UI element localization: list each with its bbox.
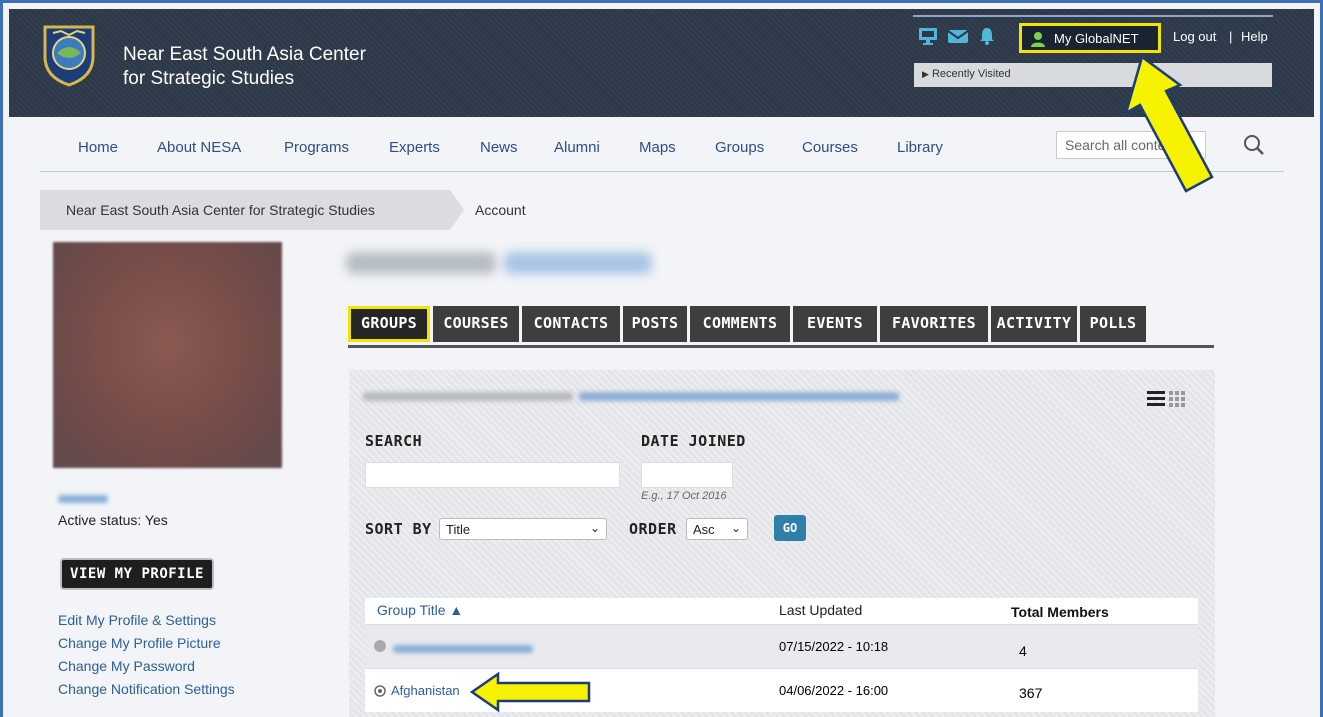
nav-news[interactable]: News: [480, 139, 518, 156]
last-updated-cell: 07/15/2022 - 10:18: [779, 639, 889, 654]
nav-maps[interactable]: Maps: [639, 139, 676, 156]
column-total-members[interactable]: Total Members: [1011, 604, 1109, 620]
last-updated-cell: 04/06/2022 - 16:00: [779, 683, 889, 698]
tab-comments[interactable]: COMMENTS: [690, 306, 790, 342]
change-password-link[interactable]: Change My Password: [58, 658, 195, 674]
annotation-arrow-globalnet: [1123, 55, 1214, 193]
date-joined-label: DATE JOINED: [641, 432, 746, 450]
grid-view-icon: [1169, 391, 1185, 407]
tab-activity[interactable]: ACTIVITY: [991, 306, 1077, 342]
profile-name-blurred: [346, 252, 652, 274]
manage-groups-note-blurred: [363, 392, 903, 402]
change-picture-link[interactable]: Change My Profile Picture: [58, 635, 221, 651]
site-name-line1: Near East South Asia Center: [123, 44, 366, 65]
site-name[interactable]: Near East South Asia Center for Strategi…: [123, 43, 366, 91]
sort-by-select[interactable]: Title ⌄: [439, 518, 607, 540]
username-link-blurred[interactable]: [58, 495, 108, 503]
change-notifications-link[interactable]: Change Notification Settings: [58, 681, 235, 697]
chevron-down-icon: ⌄: [589, 521, 600, 535]
edit-profile-link[interactable]: Edit My Profile & Settings: [58, 612, 216, 628]
date-hint: E.g., 17 Oct 2016: [641, 490, 727, 502]
mail-icon[interactable]: [947, 26, 969, 46]
members-cell: 367: [1019, 685, 1043, 701]
tab-polls[interactable]: POLLS: [1080, 306, 1146, 342]
view-profile-button[interactable]: VIEW MY PROFILE: [60, 558, 214, 590]
active-status: Active status: Yes: [58, 512, 168, 528]
tab-courses[interactable]: COURSES: [433, 306, 519, 342]
profile-tabs: GROUPS COURSES CONTACTS POSTS COMMENTS E…: [348, 306, 1214, 348]
tab-favorites[interactable]: FAVORITES: [880, 306, 988, 342]
table-header: Group Title ▲ Last Updated Total Members: [365, 598, 1198, 624]
nav-programs[interactable]: Programs: [284, 139, 349, 156]
monitor-chat-icon[interactable]: [918, 26, 938, 46]
site-name-line2: for Strategic Studies: [123, 68, 295, 89]
logout-link[interactable]: Log out: [1173, 29, 1216, 44]
date-joined-field[interactable]: [641, 462, 733, 488]
utility-bar-accent: [913, 15, 1273, 17]
user-icon: [1030, 31, 1046, 50]
nav-alumni[interactable]: Alumni: [554, 139, 600, 156]
breadcrumb: Near East South Asia Center for Strategi…: [40, 190, 464, 230]
bell-icon[interactable]: [977, 26, 997, 46]
nav-groups[interactable]: Groups: [715, 139, 764, 156]
sort-by-value: Title: [446, 522, 471, 537]
column-last-updated[interactable]: Last Updated: [779, 602, 862, 618]
breadcrumb-root[interactable]: Near East South Asia Center for Strategi…: [66, 202, 375, 218]
search-field[interactable]: [365, 462, 620, 488]
group-title-link-blurred[interactable]: [393, 645, 533, 653]
go-button[interactable]: GO: [774, 515, 806, 541]
order-label: ORDER: [629, 520, 677, 538]
nav-experts[interactable]: Experts: [389, 139, 440, 156]
tab-contacts[interactable]: CONTACTS: [522, 306, 620, 342]
order-value: Asc: [693, 522, 715, 537]
recently-visited-label: Recently Visited: [931, 68, 1011, 80]
nesa-logo[interactable]: [41, 23, 97, 87]
help-link[interactable]: Help: [1241, 29, 1268, 44]
nav-library[interactable]: Library: [897, 139, 943, 156]
view-toggle[interactable]: [1147, 388, 1197, 410]
gear-icon: [373, 684, 387, 701]
tab-posts[interactable]: POSTS: [623, 306, 687, 342]
caret-right-icon: ▶: [922, 69, 929, 79]
nav-courses[interactable]: Courses: [802, 139, 858, 156]
search-label: SEARCH: [365, 432, 423, 450]
header-separator: |: [1229, 29, 1233, 44]
column-group-title[interactable]: Group Title ▲: [377, 602, 463, 618]
my-globalnet-button[interactable]: My GlobalNET: [1019, 23, 1161, 53]
chevron-down-icon: ⌄: [730, 521, 741, 535]
list-view-icon: [1147, 391, 1165, 406]
tab-events[interactable]: EVENTS: [793, 306, 877, 342]
search-icon[interactable]: [1243, 134, 1265, 156]
members-cell: 4: [1019, 643, 1027, 659]
main-navigation: Home About NESA Programs Experts News Al…: [40, 117, 1284, 172]
group-manage-icon: [373, 639, 387, 656]
my-globalnet-label: My GlobalNET: [1054, 31, 1139, 46]
nav-home[interactable]: Home: [78, 139, 118, 156]
group-title-link[interactable]: Afghanistan: [391, 683, 460, 698]
order-select[interactable]: Asc ⌄: [686, 518, 748, 540]
breadcrumb-current: Account: [475, 202, 526, 218]
table-row: 07/15/2022 - 10:18 4: [365, 624, 1198, 668]
sort-by-label: SORT BY: [365, 520, 432, 538]
tab-groups[interactable]: GROUPS: [348, 306, 430, 342]
avatar: [53, 242, 282, 468]
nav-about-nesa[interactable]: About NESA: [157, 139, 241, 156]
groups-panel: SEARCH DATE JOINED E.g., 17 Oct 2016 SOR…: [349, 370, 1215, 717]
annotation-arrow-afghanistan: [470, 672, 591, 712]
